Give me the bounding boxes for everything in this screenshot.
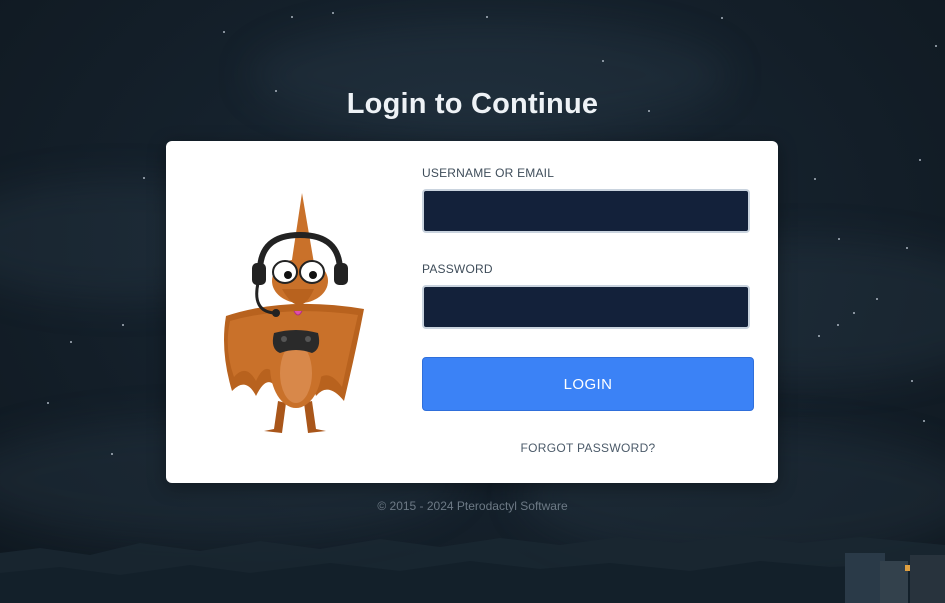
- login-button[interactable]: LOGIN: [422, 357, 754, 411]
- page-title: Login to Continue: [346, 88, 599, 120]
- password-input[interactable]: [422, 285, 750, 329]
- username-label: USERNAME OR EMAIL: [422, 166, 555, 180]
- login-card: USERNAME OR EMAIL PASSWORD LOGIN FORGOT …: [166, 141, 778, 483]
- pterodactyl-mascot-icon: [224, 193, 364, 433]
- footer-copyright: © 2015 - 2024 Pterodactyl Software: [377, 499, 568, 513]
- username-input[interactable]: [422, 189, 750, 233]
- forgot-password-link[interactable]: FORGOT PASSWORD?: [422, 441, 754, 455]
- password-label: PASSWORD: [422, 262, 493, 276]
